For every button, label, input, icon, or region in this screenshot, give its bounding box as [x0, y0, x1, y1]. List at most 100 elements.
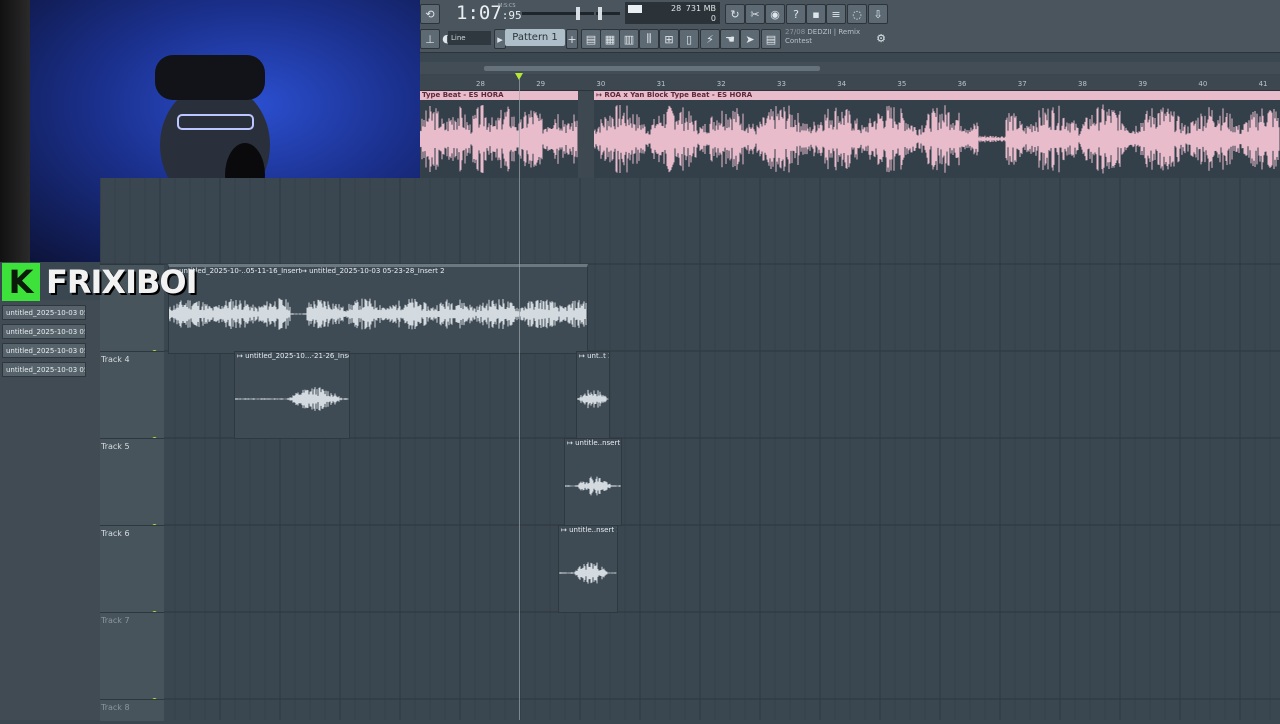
loop-mode-icon[interactable]: ⟲ [420, 4, 440, 24]
clip-title-text: untitled_2025-10-..05-11-16_Insert [179, 267, 301, 275]
track-label: Track 5 [101, 442, 130, 451]
ruler-bar-number: 41 [1258, 80, 1268, 88]
snap-select[interactable]: Line [448, 31, 491, 45]
vocal-clip-track6[interactable]: ↦ untitle..nsert 2 [558, 525, 618, 613]
track-label: Track 8 [101, 703, 130, 712]
clip-title: ↦ untitle..nsert 2 [559, 526, 618, 535]
vocal-clip-track3[interactable]: ↦ untitled_2025-10-..05-11-16_Insert ↦ u… [168, 264, 588, 354]
vocal-waveform [559, 562, 617, 584]
cpu-bar [628, 5, 642, 13]
browser-item[interactable]: untitled_2025-10-03 05-... [2, 362, 86, 377]
ruler-bar-number: 29 [536, 80, 546, 88]
playhead-line[interactable] [519, 78, 520, 720]
ruler-bar-number: 34 [837, 80, 847, 88]
track-label: Track 7 [101, 616, 130, 625]
vocal-waveform [577, 389, 609, 409]
memory-value: 731 MB [685, 4, 716, 13]
beat-clip-a[interactable] [420, 100, 578, 178]
mixer-icon[interactable]: ≡ [826, 4, 846, 24]
plugin-icon[interactable]: ⚡ [700, 29, 720, 49]
browser-icon[interactable]: ⊞ [659, 29, 679, 49]
ruler-bar-number: 40 [1198, 80, 1208, 88]
beat-clip-b-label: ROA x Yan Block Type Beat - ES HORA [604, 91, 753, 99]
time-format-label: M:S:CS [498, 3, 516, 9]
horizontal-scrollbar[interactable] [420, 62, 1280, 74]
send-icon[interactable]: ➤ [740, 29, 760, 49]
pattern-add-icon[interactable]: + [566, 29, 578, 49]
beat-clip-a-title[interactable]: Type Beat - ES HORA [420, 91, 578, 100]
playlist-icon[interactable]: ▤ [581, 29, 601, 49]
beat-track: Type Beat - ES HORA ↦ ROA x Yan Block Ty… [420, 91, 1280, 178]
master-volume-slider[interactable] [522, 7, 594, 20]
settings-icon[interactable]: ⚙ [872, 29, 890, 47]
clip-title-text: untitle..nsert 2 [569, 526, 618, 534]
time-centiseconds: :95 [501, 9, 522, 22]
ruler-bar-number: 39 [1138, 80, 1148, 88]
timeline-ruler[interactable]: 28 29 30 31 32 33 34 35 36 37 38 39 40 41 [420, 73, 1280, 91]
refresh-icon[interactable]: ↻ [725, 4, 745, 24]
beat-clip-b[interactable] [594, 100, 1280, 178]
browser-panel: untitled_2025-10-03 05-... untitled_2025… [0, 300, 100, 720]
vocal-waveform [235, 387, 349, 411]
notes-icon[interactable]: ▤ [761, 29, 781, 49]
ruler-bar-number: 32 [716, 80, 726, 88]
project-icon[interactable]: ▯ [679, 29, 699, 49]
ruler-bar-number: 38 [1078, 80, 1087, 88]
hint-panel: 27/08 DEDZII | Remix Contest [785, 28, 860, 46]
cut-icon[interactable]: ✂ [745, 4, 765, 24]
logo-name: FRIXIBOI [46, 263, 197, 301]
ruler-bar-number: 33 [777, 80, 786, 88]
ruler-bar-number: 30 [596, 80, 606, 88]
track-header-5[interactable]: Track 5 [100, 438, 164, 529]
chat-icon[interactable]: ◌ [847, 4, 867, 24]
clip-title-text: untitle..nsert 2 [575, 439, 622, 447]
playlist-grid[interactable] [99, 178, 1280, 720]
ruler-bar-number: 37 [1017, 80, 1027, 88]
mic-arm [0, 0, 30, 262]
ruler-bar-number: 28 [476, 80, 485, 88]
track-header-6[interactable]: Track 6 [100, 525, 164, 616]
track-header-8[interactable]: Track 8 [100, 699, 164, 721]
master-pitch-slider[interactable] [596, 7, 620, 20]
channel-rack-icon[interactable]: ▥ [619, 29, 639, 49]
beat-clip-b-title[interactable]: ↦ ROA x Yan Block Type Beat - ES HORA [594, 91, 1280, 100]
save-icon[interactable]: ▪ [806, 4, 826, 24]
clip-title: ↦ untitled_2025-10...-21-26_Insert 2 [235, 352, 350, 361]
clip-title: ↦ unt..t 2 [577, 352, 609, 361]
cpu-meter: 28 731 MB 0 [625, 2, 720, 24]
track-header-7[interactable]: Track 7 [100, 612, 164, 703]
toolbar: ⟲ 1:07:95 M:S:CS 28 731 MB 0 ↻ ✂ ◉ ? ▪ ≡… [420, 0, 1280, 53]
piano-roll-icon[interactable]: ▦ [600, 29, 620, 49]
help-icon[interactable]: ? [786, 4, 806, 24]
hint-subtitle: Contest [785, 37, 813, 45]
hint-title: DEDZII | Remix [807, 28, 861, 36]
pattern-selector[interactable]: Pattern 1 [505, 29, 565, 46]
logo-k-badge: K [2, 263, 40, 301]
clip-title-text: unt..t 2 [587, 352, 609, 360]
mic-icon[interactable]: ◉ [765, 4, 785, 24]
track-label: Track 4 [101, 355, 130, 364]
clip-title-text: untitled_2025-10-03 05-23-28_Insert 2 [309, 267, 445, 275]
download-icon[interactable]: ⇩ [868, 4, 888, 24]
ruler-bar-number: 35 [897, 80, 907, 88]
stamp-icon[interactable]: ⊥ [420, 29, 440, 49]
hand-tool-icon[interactable]: ☚ [720, 29, 740, 49]
clip-title-text: untitled_2025-10...-21-26_Insert 2 [245, 352, 350, 360]
vocal-clip-track4b[interactable]: ↦ unt..t 2 [576, 351, 610, 439]
browser-item[interactable]: untitled_2025-10-03 05-... [2, 324, 86, 339]
time-main: 1:07 [456, 2, 502, 24]
ruler-bar-number: 31 [656, 80, 666, 88]
browser-item[interactable]: untitled_2025-10-03 05-... [2, 305, 86, 320]
ruler-bar-number: 36 [957, 80, 967, 88]
vocal-waveform [565, 476, 621, 496]
track-label: Track 6 [101, 529, 130, 538]
track-header-4[interactable]: Track 4 [100, 351, 164, 442]
vocal-clip-track4a[interactable]: ↦ untitled_2025-10...-21-26_Insert 2 [234, 351, 350, 439]
mixer-window-icon[interactable]: ⫼ [639, 29, 659, 49]
cpu-value: 28 [671, 4, 682, 13]
streamer-logo: K FRIXIBOI [2, 262, 197, 302]
scrollbar-thumb[interactable] [484, 66, 820, 71]
polyphony-value: 0 [710, 14, 716, 23]
browser-item[interactable]: untitled_2025-10-03 05-... [2, 343, 86, 358]
vocal-clip-track5[interactable]: ↦ untitle..nsert 2 [564, 438, 622, 526]
